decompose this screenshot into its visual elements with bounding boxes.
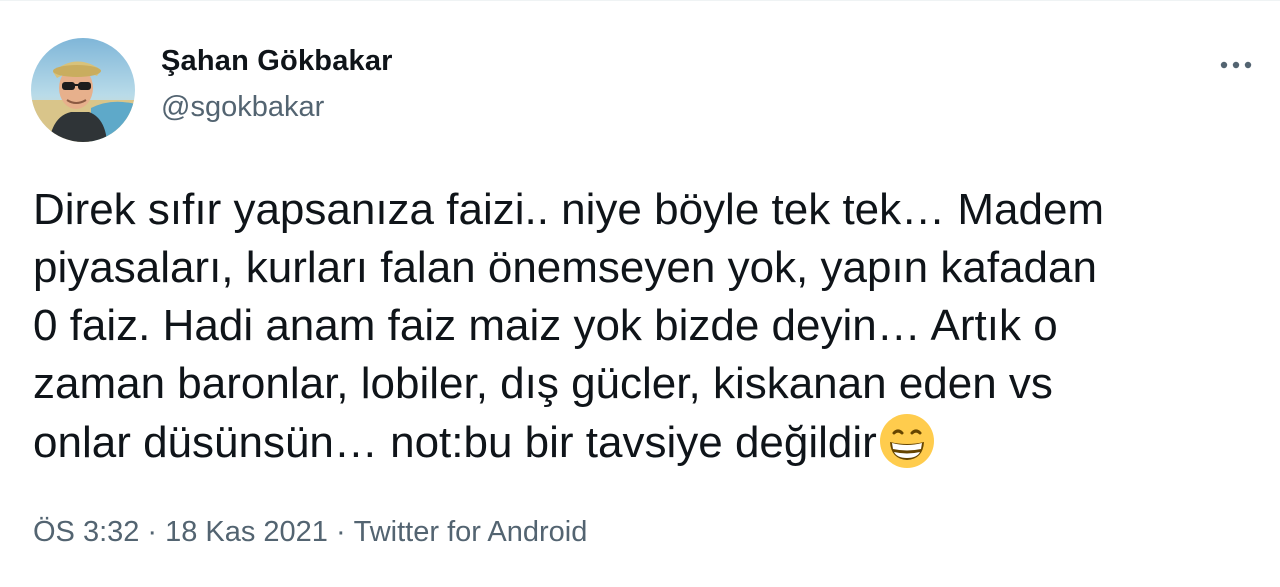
more-options-button[interactable] — [1216, 53, 1256, 77]
tweet-meta: ÖS 3:32 · 18 Kas 2021 · Twitter for Android — [33, 516, 587, 549]
meta-separator: · — [147, 516, 158, 548]
tweet-text: Direk sıfır yapsanıza faizi.. niye böyle… — [33, 181, 1258, 472]
author-display-name[interactable]: Şahan Gökbakar — [161, 45, 393, 78]
grinning-face-icon — [879, 413, 935, 469]
tweet-card: Şahan Gökbakar @sgokbakar Direk sıfır ya… — [0, 0, 1280, 587]
tweet-source[interactable]: Twitter for Android — [354, 516, 588, 549]
tweet-body: Direk sıfır yapsanıza faizi.. niye böyle… — [33, 185, 1105, 467]
more-options-icon — [1220, 61, 1252, 69]
user-avatar-icon — [31, 38, 135, 142]
author-handle[interactable]: @sgokbakar — [161, 91, 324, 124]
author-avatar[interactable] — [31, 38, 135, 142]
tweet-time[interactable]: ÖS 3:32 — [33, 516, 139, 549]
meta-separator: · — [335, 516, 346, 548]
tweet-date[interactable]: 18 Kas 2021 — [165, 516, 328, 549]
